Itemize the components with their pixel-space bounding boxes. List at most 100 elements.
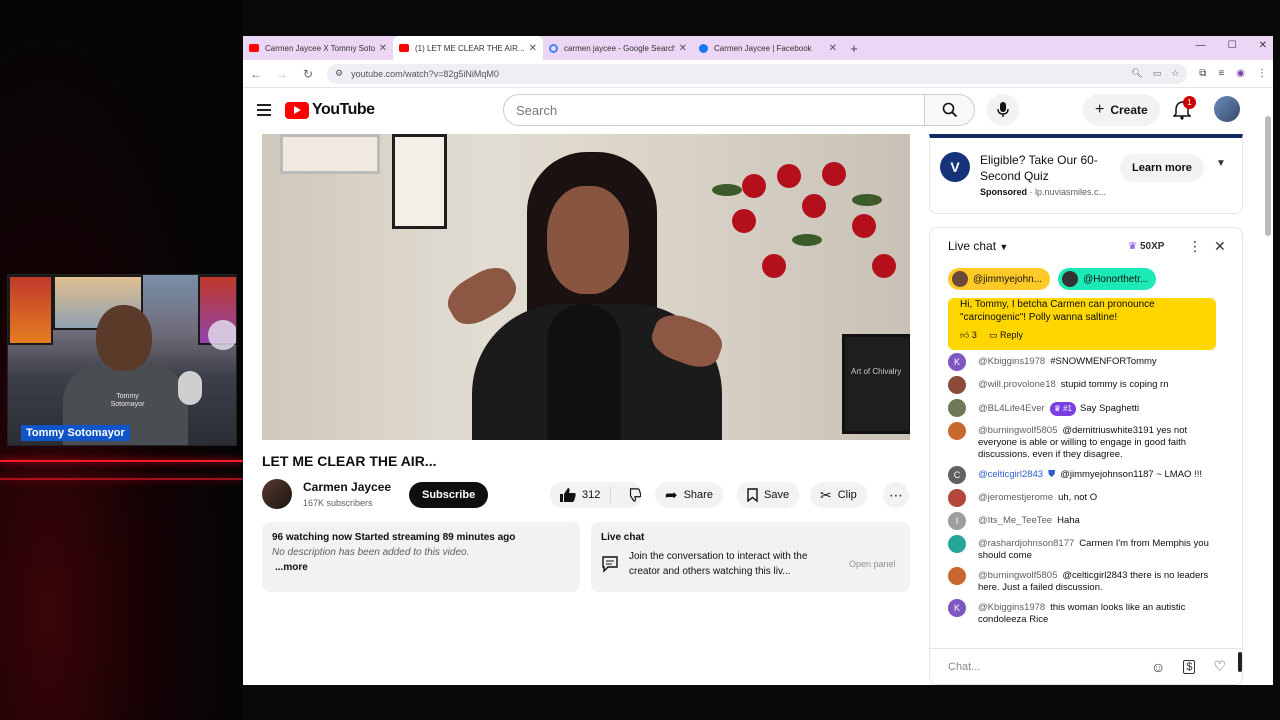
message-author[interactable]: @will.provolone18 bbox=[978, 379, 1056, 390]
shirt-text: Tommy Sotomayor bbox=[110, 393, 145, 408]
ad-domain: lp.nuviasmiles.c... bbox=[1035, 187, 1107, 197]
tab-let-me-clear[interactable]: (1) LET ME CLEAR THE AIR... - Yo ✕ bbox=[393, 36, 543, 60]
message-author[interactable]: @burningwolf5805 bbox=[978, 425, 1057, 436]
thumbs-up-icon bbox=[560, 488, 576, 502]
youtube-logo[interactable]: YouTube bbox=[285, 101, 375, 119]
cast-icon[interactable]: ▭ bbox=[1153, 68, 1162, 79]
new-tab-icon[interactable]: + bbox=[843, 36, 865, 60]
chat-message: @burningwolf5805 @celticgirl2843 there is… bbox=[948, 567, 1224, 594]
tab-carmen-tommy[interactable]: Carmen Jaycee X Tommy Sotom ✕ bbox=[243, 36, 393, 60]
more-actions-icon[interactable]: ⋯ bbox=[883, 482, 909, 508]
tab-title: Carmen Jaycee X Tommy Sotom bbox=[265, 43, 375, 53]
super-chat-like[interactable]: 👍︎ 3 bbox=[960, 330, 977, 341]
user-avatar[interactable] bbox=[948, 422, 966, 440]
user-avatar[interactable]: K bbox=[948, 599, 966, 617]
like-button[interactable]: 312 bbox=[550, 487, 612, 503]
maximize-icon[interactable]: ☐ bbox=[1228, 40, 1237, 51]
close-chat-icon[interactable]: ✕ bbox=[1214, 238, 1226, 255]
emoji-icon[interactable]: ☺ bbox=[1151, 659, 1165, 675]
search-button[interactable] bbox=[925, 94, 975, 126]
chevron-down-icon[interactable]: ▼ bbox=[1216, 158, 1226, 169]
close-tab-icon[interactable]: ✕ bbox=[829, 43, 837, 54]
open-panel-button[interactable]: Open panel bbox=[849, 559, 896, 569]
message-author[interactable]: @celticgirl2843 bbox=[978, 469, 1043, 480]
user-avatar[interactable]: K bbox=[948, 353, 966, 371]
show-more-link[interactable]: ...more bbox=[275, 562, 570, 573]
tab-title: Carmen Jaycee | Facebook bbox=[714, 43, 812, 53]
sponsored-ad[interactable]: V Eligible? Take Our 60-Second Quiz Spon… bbox=[929, 134, 1243, 214]
voice-search-button[interactable] bbox=[987, 94, 1019, 126]
channel-name[interactable]: Carmen Jaycee bbox=[303, 480, 391, 494]
minimize-icon[interactable]: — bbox=[1196, 40, 1206, 51]
moderator-shield-icon: ⛊ bbox=[1048, 469, 1056, 480]
user-avatar[interactable] bbox=[948, 376, 966, 394]
ticker-item[interactable]: @Honorthetr... bbox=[1058, 268, 1157, 290]
user-avatar[interactable]: I bbox=[948, 512, 966, 530]
account-avatar[interactable] bbox=[1214, 96, 1240, 122]
page-scrollbar[interactable] bbox=[1265, 116, 1271, 236]
search-input[interactable]: Search bbox=[503, 94, 925, 126]
learn-more-button[interactable]: Learn more bbox=[1120, 154, 1204, 182]
zoom-icon[interactable]: 🔍︎ bbox=[1131, 68, 1142, 79]
share-button[interactable]: ➦ Share bbox=[655, 482, 723, 508]
user-avatar[interactable] bbox=[948, 535, 966, 553]
tab-google-search[interactable]: carmen jaycee - Google Search ✕ bbox=[543, 36, 693, 60]
chat-scrollbar[interactable] bbox=[1238, 332, 1242, 672]
live-chat-mode-dropdown[interactable]: Live chat ▼ bbox=[948, 239, 1008, 253]
reload-icon[interactable]: ↻ bbox=[301, 67, 315, 81]
url-field[interactable]: ⚙ youtube.com/watch?v=82g5iNiMqM0 🔍︎ ▭ ☆ bbox=[327, 63, 1188, 84]
tab-search-icon[interactable]: ⧉ bbox=[1199, 68, 1206, 79]
stream-accent-line bbox=[0, 478, 243, 480]
video-title: LET ME CLEAR THE AIR... bbox=[262, 453, 437, 469]
watching-info: 96 watching now Started streaming 89 min… bbox=[272, 532, 516, 543]
tab-facebook[interactable]: Carmen Jaycee | Facebook ✕ bbox=[693, 36, 843, 60]
message-author[interactable]: @Kbiggins1978 bbox=[978, 356, 1045, 367]
description-box[interactable]: 96 watching now Started streaming 89 min… bbox=[262, 522, 580, 592]
xp-badge[interactable]: ♛ 50XP bbox=[1128, 241, 1164, 252]
video-player[interactable]: Art of Chivalry bbox=[262, 134, 910, 440]
message-author[interactable]: @Its_Me_TeeTee bbox=[978, 515, 1052, 526]
subscribe-button[interactable]: Subscribe bbox=[409, 482, 489, 508]
clip-label: Clip bbox=[837, 489, 857, 501]
forward-icon[interactable]: → bbox=[275, 67, 289, 81]
message-author[interactable]: @burningwolf5805 bbox=[978, 570, 1057, 581]
message-author[interactable]: @Kbiggins1978 bbox=[978, 602, 1045, 613]
site-info-icon[interactable]: ⚙ bbox=[335, 68, 343, 79]
message-author[interactable]: @BL4Life4Ever bbox=[978, 403, 1045, 414]
channel-avatar[interactable] bbox=[262, 479, 292, 509]
chat-options-icon[interactable]: ⋮ bbox=[1188, 238, 1202, 255]
ticker-item[interactable]: @jimmyejohn... bbox=[948, 268, 1051, 290]
user-avatar[interactable] bbox=[948, 489, 966, 507]
clip-button[interactable]: ✂ Clip bbox=[810, 482, 867, 508]
heart-icon[interactable]: ♡ bbox=[1213, 658, 1226, 675]
profile-icon[interactable]: ◉ bbox=[1236, 68, 1245, 79]
back-icon[interactable]: ← bbox=[249, 67, 263, 81]
message-author[interactable]: @jeromestjerome bbox=[978, 492, 1053, 503]
super-chat-dollar-icon[interactable]: $ bbox=[1183, 659, 1196, 674]
ad-headline[interactable]: Eligible? Take Our 60-Second Quiz bbox=[980, 152, 1120, 184]
youtube-play-icon bbox=[285, 101, 309, 119]
chat-input[interactable]: Chat... bbox=[948, 661, 1133, 673]
speaker-face bbox=[547, 186, 629, 294]
user-avatar[interactable] bbox=[948, 567, 966, 585]
extensions-icon[interactable]: ≡ bbox=[1218, 68, 1224, 79]
crown-icon: ♛ bbox=[1128, 240, 1137, 252]
message-author[interactable]: @rashardjohnson8177 bbox=[978, 538, 1074, 549]
dislike-button[interactable] bbox=[617, 488, 651, 502]
browser-menu-icon[interactable]: ⋮ bbox=[1257, 68, 1267, 79]
create-label: Create bbox=[1110, 103, 1148, 117]
create-button[interactable]: + Create bbox=[1083, 94, 1160, 126]
super-chat-reply[interactable]: ▭ Reply bbox=[989, 330, 1023, 341]
menu-icon[interactable] bbox=[257, 104, 271, 116]
ticker-avatar bbox=[952, 271, 968, 287]
user-avatar[interactable] bbox=[948, 399, 966, 417]
close-window-icon[interactable]: ✕ bbox=[1259, 40, 1267, 51]
user-avatar[interactable]: C bbox=[948, 466, 966, 484]
close-tab-icon[interactable]: ✕ bbox=[679, 43, 687, 54]
chat-message: K @Kbiggins1978 this woman looks like an a… bbox=[948, 599, 1224, 626]
bookmark-star-icon[interactable]: ☆ bbox=[1171, 68, 1179, 79]
close-tab-icon[interactable]: ✕ bbox=[379, 43, 387, 54]
close-tab-icon[interactable]: ✕ bbox=[529, 43, 537, 54]
save-button[interactable]: Save bbox=[737, 482, 800, 508]
chevron-down-icon: ▼ bbox=[999, 242, 1009, 252]
